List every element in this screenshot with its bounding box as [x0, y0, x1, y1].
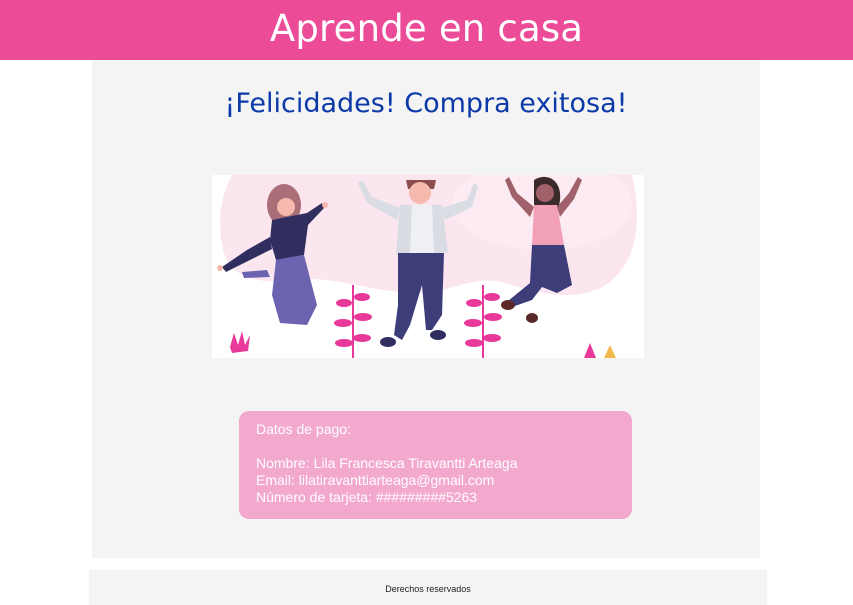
payment-card-number: Número de tarjeta: #########5263 — [256, 489, 478, 505]
footer: Derechos reservados — [89, 570, 767, 605]
celebration-illustration — [212, 175, 644, 358]
footer-text: Derechos reservados — [385, 583, 471, 594]
main-panel: ¡Felicidades! Compra exitosa! Datos de p… — [92, 60, 760, 558]
payment-title: Datos de pago: — [256, 421, 351, 437]
payment-details-card: Datos de pago: Nombre: Lila Francesca Ti… — [239, 411, 632, 519]
site-title: Aprende en casa — [269, 6, 584, 50]
people-jumping-illustration — [217, 175, 637, 358]
payment-email: Email: lilatiravanttiarteaga@gmail.com — [256, 472, 495, 488]
success-heading: ¡Felicidades! Compra exitosa! — [224, 88, 628, 119]
payment-name: Nombre: Lila Francesca Tiravantti Arteag… — [256, 455, 518, 471]
header-bar: Aprende en casa — [0, 0, 853, 60]
